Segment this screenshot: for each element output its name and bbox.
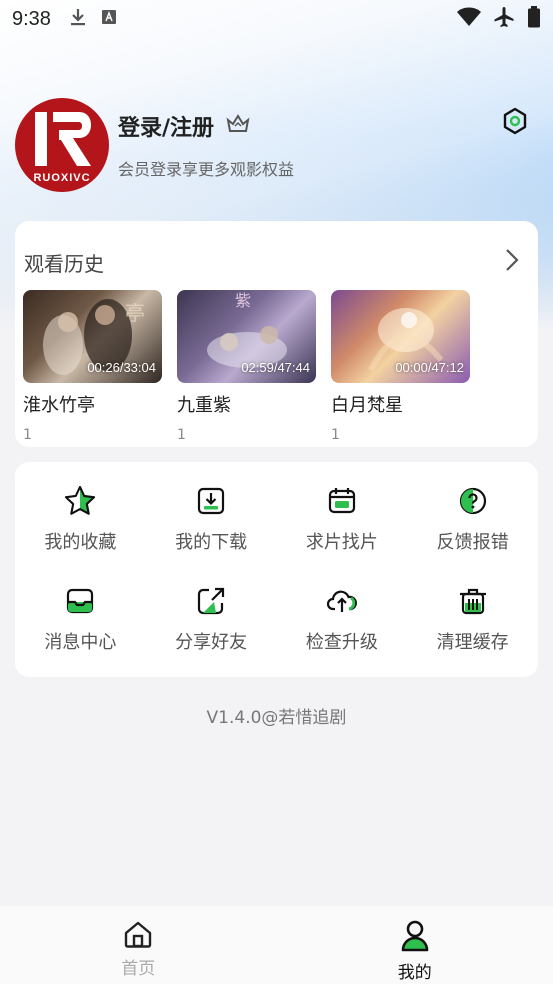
history-title: 观看历史 — [24, 252, 104, 276]
home-icon — [123, 920, 153, 952]
trash-icon — [456, 584, 490, 618]
history-item-title: 淮水竹亭 — [23, 395, 95, 416]
menu-label: 我的收藏 — [44, 532, 117, 553]
menu-label: 清理缓存 — [436, 632, 509, 653]
menu-label: 消息中心 — [44, 632, 117, 653]
chevron-right-icon — [506, 249, 519, 271]
menu-label: 反馈报错 — [436, 532, 509, 553]
menu-favorites[interactable]: 我的收藏 — [15, 484, 146, 554]
nav-home-label: 首页 — [121, 959, 156, 979]
settings-hexagon-icon — [503, 107, 527, 135]
login-subtitle: 会员登录享更多观影权益 — [118, 159, 295, 179]
calendar-icon — [325, 484, 359, 518]
history-more-button[interactable] — [504, 247, 520, 277]
wifi-icon — [457, 7, 481, 32]
history-thumbnail[interactable]: 00:00/47:12 — [331, 290, 470, 383]
history-item[interactable]: 紫 02:59/47:44 九重紫 1 — [177, 290, 316, 443]
nav-home[interactable]: 首页 — [0, 906, 277, 984]
history-item-episode: 1 — [23, 427, 32, 443]
menu-request[interactable]: 求片找片 — [277, 484, 408, 554]
menu-label: 求片找片 — [305, 532, 378, 553]
history-item[interactable]: 亭 00:26/33:04 淮水竹亭 1 — [23, 290, 162, 443]
download-icon — [69, 7, 87, 32]
history-duration: 00:26/33:04 — [87, 360, 156, 375]
menu-label: 检查升级 — [305, 632, 378, 653]
avatar-text: RUOXIVC — [33, 171, 91, 184]
download-box-icon — [194, 484, 228, 518]
login-register-title[interactable]: 登录/注册 — [118, 110, 214, 142]
status-time: 9:38 — [12, 7, 51, 30]
menu-share[interactable]: 分享好友 — [146, 584, 277, 654]
menu-feedback[interactable]: 反馈报错 — [407, 484, 538, 554]
history-item[interactable]: 00:00/47:12 白月梵星 1 — [331, 290, 470, 443]
settings-button[interactable] — [502, 107, 528, 139]
svg-text:紫: 紫 — [235, 291, 251, 310]
history-item-title: 白月梵星 — [331, 395, 403, 416]
history-duration: 02:59/47:44 — [241, 360, 310, 375]
nav-mine[interactable]: 我的 — [277, 906, 553, 984]
user-icon — [400, 920, 430, 956]
menu-label: 我的下载 — [175, 532, 248, 553]
menu-messages[interactable]: 消息中心 — [15, 584, 146, 654]
history-duration: 00:00/47:12 — [395, 360, 464, 375]
nav-mine-label: 我的 — [397, 963, 432, 983]
status-bar: 9:38 — [0, 0, 553, 38]
history-item-title: 九重紫 — [177, 395, 231, 416]
svg-text:亭: 亭 — [125, 301, 145, 325]
inbox-icon — [63, 584, 97, 618]
star-icon — [63, 484, 97, 518]
history-thumbnail[interactable]: 紫 02:59/47:44 — [177, 290, 316, 383]
keyboard-icon — [101, 8, 117, 30]
profile-section[interactable]: RUOXIVC 登录/注册 会员登录享更多观影权益 — [15, 97, 538, 192]
history-item-episode: 1 — [177, 427, 186, 443]
cloud-upload-icon — [325, 584, 359, 618]
airplane-icon — [493, 6, 515, 33]
menu-label: 分享好友 — [175, 632, 248, 653]
share-icon — [194, 584, 228, 618]
question-icon — [456, 484, 490, 518]
battery-icon — [527, 5, 541, 33]
menu-card: 我的收藏 我的下载 求片找片 反馈报错 消息中心 分享好友 检查升级 清理缓存 — [15, 462, 538, 677]
menu-clear-cache[interactable]: 清理缓存 — [407, 584, 538, 654]
avatar[interactable]: RUOXIVC — [15, 97, 109, 192]
bottom-nav: 首页 我的 — [0, 906, 553, 984]
watch-history-card: 观看历史 亭 00:26/33:04 淮水竹亭 1 紫 02:59/47:44 … — [15, 221, 538, 447]
menu-update[interactable]: 检查升级 — [277, 584, 408, 654]
version-text: V1.4.0@若惜追剧 — [206, 708, 347, 728]
crown-icon — [226, 113, 250, 138]
menu-downloads[interactable]: 我的下载 — [146, 484, 277, 554]
history-item-episode: 1 — [331, 427, 340, 443]
history-thumbnail[interactable]: 亭 00:26/33:04 — [23, 290, 162, 383]
